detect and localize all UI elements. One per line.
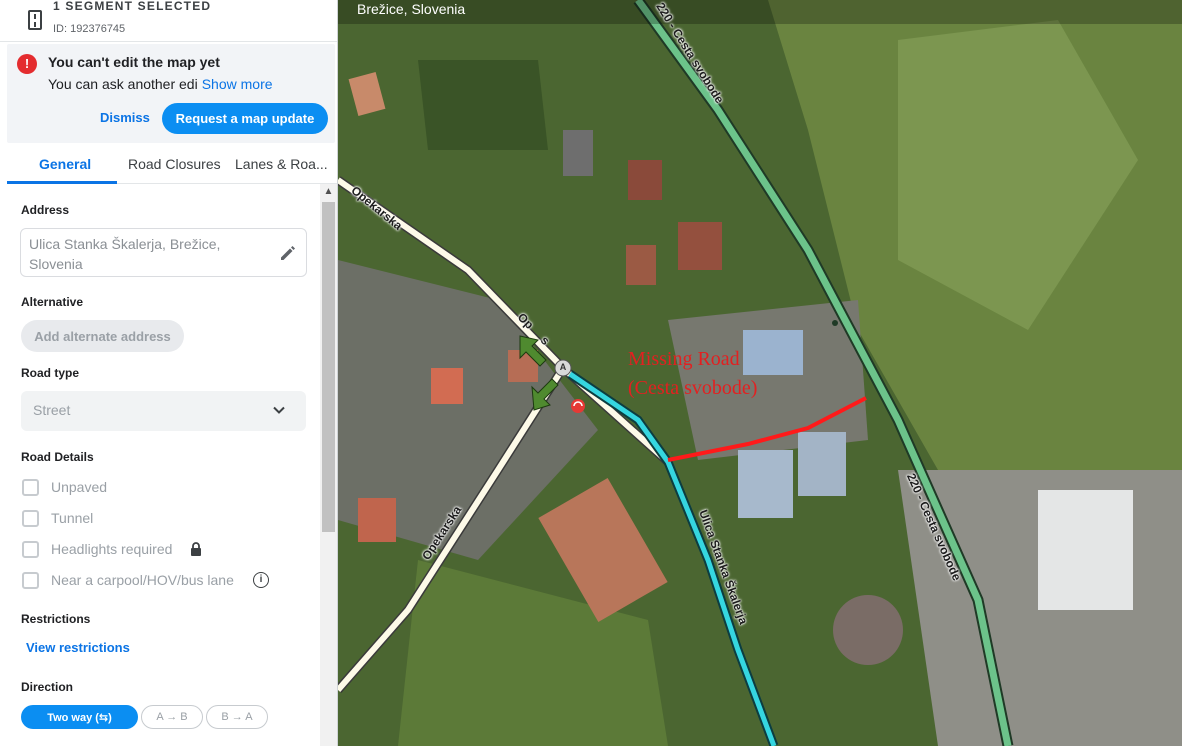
map-location-label: Brežice, Slovenia	[357, 1, 466, 17]
direction-label: Direction	[21, 680, 74, 694]
address-field[interactable]: Ulica Stanka Škalerja, Brežice, Slovenia	[20, 228, 307, 277]
hov-checkbox-row[interactable]: Near a carpool/HOV/bus lane i	[22, 572, 312, 590]
alternative-label: Alternative	[21, 295, 84, 309]
building	[743, 330, 803, 375]
dismiss-button[interactable]: Dismiss	[100, 110, 150, 125]
segment-title: 1 SEGMENT SELECTED	[53, 0, 212, 13]
pencil-icon[interactable]	[278, 243, 298, 263]
error-icon: !	[17, 54, 37, 74]
tab-road-closures[interactable]: Road Closures	[128, 156, 221, 172]
building	[678, 222, 722, 270]
map-view[interactable]: Brežice, Slovenia Missing Road (Cesta sv…	[338, 0, 1182, 746]
tunnel-checkbox-row[interactable]: Tunnel	[22, 510, 312, 528]
unpaved-checkbox[interactable]	[22, 479, 39, 496]
lock-icon	[191, 542, 201, 556]
tab-general[interactable]: General	[39, 156, 91, 172]
headlights-checkbox[interactable]	[22, 541, 39, 558]
orchard-area	[418, 60, 548, 150]
scroll-thumb[interactable]	[322, 202, 335, 532]
direction-b-to-a-button[interactable]: B → A	[206, 705, 268, 729]
building	[431, 368, 463, 404]
missing-road-annotation-line1: Missing Road	[628, 348, 740, 370]
active-tab-indicator	[7, 181, 117, 184]
turn-restriction-icon[interactable]	[571, 399, 585, 413]
road-type-label: Road type	[21, 366, 80, 380]
tunnel-label: Tunnel	[51, 510, 94, 526]
address-value: Ulica Stanka Škalerja, Brežice, Slovenia	[29, 236, 221, 272]
tab-lanes[interactable]: Lanes & Roa...	[235, 156, 328, 172]
headlights-label: Headlights required	[51, 541, 173, 557]
segment-id: ID: 192376745	[53, 23, 126, 35]
add-alternate-address-button[interactable]: Add alternate address	[21, 320, 184, 352]
building	[1038, 490, 1133, 610]
road-details-label: Road Details	[21, 450, 94, 464]
hov-label: Near a carpool/HOV/bus lane	[51, 572, 234, 588]
direction-two-way-button[interactable]: Two way (⇆)	[21, 705, 138, 729]
building	[358, 498, 396, 542]
building	[563, 130, 593, 176]
building	[798, 432, 846, 496]
alert-title: You can't edit the map yet	[48, 54, 220, 70]
restrictions-label: Restrictions	[21, 612, 91, 626]
view-restrictions-link[interactable]: View restrictions	[26, 640, 130, 655]
edit-permission-alert: ! You can't edit the map yet You can ask…	[7, 44, 335, 143]
info-icon[interactable]: i	[253, 572, 269, 588]
show-more-link[interactable]: Show more	[202, 76, 273, 92]
building	[626, 245, 656, 285]
unpaved-checkbox-row[interactable]: Unpaved	[22, 479, 312, 497]
panel-scrollbar[interactable]: ▲	[320, 184, 337, 746]
hov-checkbox[interactable]	[22, 572, 39, 589]
highway-node	[832, 320, 838, 326]
road-type-select[interactable]: Street	[21, 391, 306, 431]
building	[628, 160, 662, 200]
unpaved-label: Unpaved	[51, 479, 108, 495]
segment-edit-panel: 1 SEGMENT SELECTED ID: 192376745 ! You c…	[0, 0, 338, 746]
scroll-up-arrow-icon[interactable]: ▲	[320, 184, 337, 200]
road-segment-icon	[28, 10, 42, 30]
junction-node-label: A	[559, 362, 567, 372]
tunnel-checkbox[interactable]	[22, 510, 39, 527]
headlights-checkbox-row[interactable]: Headlights required	[22, 541, 312, 559]
segment-header: 1 SEGMENT SELECTED ID: 192376745	[0, 0, 337, 42]
segment-tabs: General Road Closures Lanes & Roa...	[7, 146, 337, 184]
address-label: Address	[21, 203, 70, 217]
missing-road-annotation-line2: (Cesta svobode)	[628, 377, 758, 399]
request-map-update-button[interactable]: Request a map update	[162, 103, 328, 134]
direction-a-to-b-button[interactable]: A → B	[141, 705, 203, 729]
road-type-value: Street	[33, 402, 71, 418]
alert-body-text: You can ask another edi	[48, 76, 198, 92]
building	[738, 450, 793, 518]
alert-body: You can ask another edi Show more	[48, 76, 273, 92]
building	[833, 595, 903, 665]
satellite-map-graphic	[338, 0, 1182, 746]
chevron-down-icon	[273, 406, 285, 414]
